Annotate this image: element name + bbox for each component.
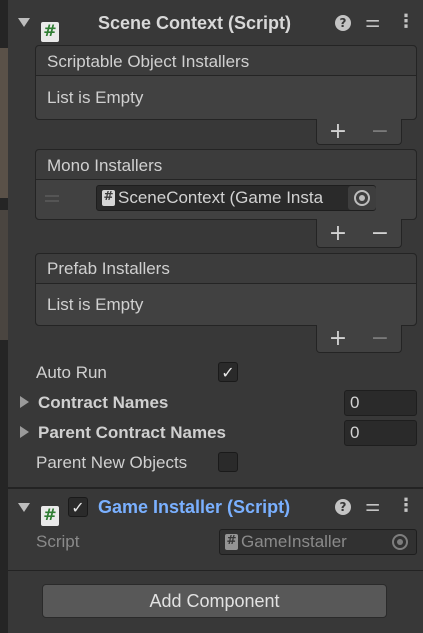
list-empty-text: List is Empty (47, 295, 144, 314)
component-title[interactable]: Game Installer (Script) (98, 497, 290, 518)
script-object-field: GameInstaller (219, 529, 417, 555)
foldout-collapsed-icon (20, 396, 29, 408)
left-panel-fragment (0, 210, 8, 340)
scriptable-object-installers-list: Scriptable Object Installers List is Emp… (35, 45, 417, 120)
help-icon[interactable]: ? (335, 499, 351, 515)
foldout-expanded-icon (18, 18, 30, 27)
parent-new-objects-checkbox[interactable] (218, 452, 238, 472)
script-icon (102, 189, 115, 206)
list-footer: + − (316, 119, 402, 145)
list-empty-text: List is Empty (47, 88, 144, 107)
parent-contract-names-size-field[interactable]: 0 (344, 420, 417, 446)
list-header: Prefab Installers (36, 254, 416, 284)
drag-handle-icon[interactable] (45, 195, 59, 202)
contract-names-size-field[interactable]: 0 (344, 390, 417, 416)
list-label: Prefab Installers (47, 259, 170, 278)
mono-installer-object-field[interactable]: SceneContext (Game Insta (96, 185, 376, 211)
auto-run-checkbox[interactable]: ✓ (218, 362, 238, 382)
help-icon[interactable]: ? (335, 15, 351, 31)
left-panel-edge (0, 0, 8, 633)
contract-names-foldout[interactable] (20, 396, 29, 408)
list-header: Scriptable Object Installers (36, 46, 416, 76)
script-label: Script (36, 532, 80, 551)
footer-divider (8, 570, 423, 571)
script-icon (225, 533, 238, 550)
game-installer-header[interactable]: ✓ Game Installer (Script) ? ⚌ ⋮ (8, 489, 423, 527)
add-element-button[interactable]: + (329, 221, 347, 246)
csharp-script-icon (41, 21, 59, 42)
component-enabled-checkbox[interactable]: ✓ (68, 497, 88, 517)
auto-run-label: Auto Run (36, 363, 107, 382)
parent-contract-names-label: Parent Contract Names (38, 423, 227, 442)
list-label: Mono Installers (47, 156, 163, 175)
remove-element-button[interactable]: − (371, 119, 389, 144)
csharp-script-icon (41, 505, 59, 526)
add-element-button[interactable]: + (329, 119, 347, 144)
mono-installers-list: Mono Installers SceneContext (Game Insta (35, 149, 417, 220)
fold-triangle[interactable] (18, 18, 30, 27)
list-footer: + − (316, 219, 402, 248)
remove-element-button[interactable]: − (371, 326, 389, 351)
object-picker-icon (354, 190, 370, 206)
script-field-value: GameInstaller (241, 532, 347, 551)
presets-icon[interactable]: ⚌ (365, 12, 380, 32)
list-footer: + − (316, 325, 402, 353)
foldout-collapsed-icon (20, 426, 29, 438)
add-element-button[interactable]: + (329, 326, 347, 351)
parent-new-objects-label: Parent New Objects (36, 453, 188, 472)
object-picker-icon (392, 534, 408, 550)
list-body: List is Empty (36, 76, 416, 119)
left-panel-fragment (0, 48, 8, 198)
list-body: List is Empty (36, 284, 416, 325)
menu-kebab-icon[interactable]: ⋮ (397, 11, 415, 32)
remove-element-button[interactable]: − (371, 221, 389, 246)
scene-context-header[interactable]: Scene Context (Script) ? ⚌ ⋮ (8, 4, 423, 42)
parent-contract-names-foldout[interactable] (20, 426, 29, 438)
foldout-expanded-icon (18, 503, 30, 512)
prefab-installers-list: Prefab Installers List is Empty (35, 253, 417, 326)
add-component-button[interactable]: Add Component (42, 584, 387, 618)
fold-triangle[interactable] (18, 503, 30, 512)
component-title: Scene Context (Script) (98, 13, 292, 33)
list-label: Scriptable Object Installers (47, 52, 250, 71)
contract-names-label: Contract Names (38, 393, 169, 412)
menu-kebab-icon[interactable]: ⋮ (397, 495, 415, 516)
list-body: SceneContext (Game Insta (36, 180, 416, 219)
object-picker-button[interactable] (348, 186, 376, 210)
object-picker-button (392, 534, 408, 550)
presets-icon[interactable]: ⚌ (365, 496, 380, 516)
object-field-value: SceneContext (Game Insta (118, 188, 324, 207)
list-header: Mono Installers (36, 150, 416, 180)
